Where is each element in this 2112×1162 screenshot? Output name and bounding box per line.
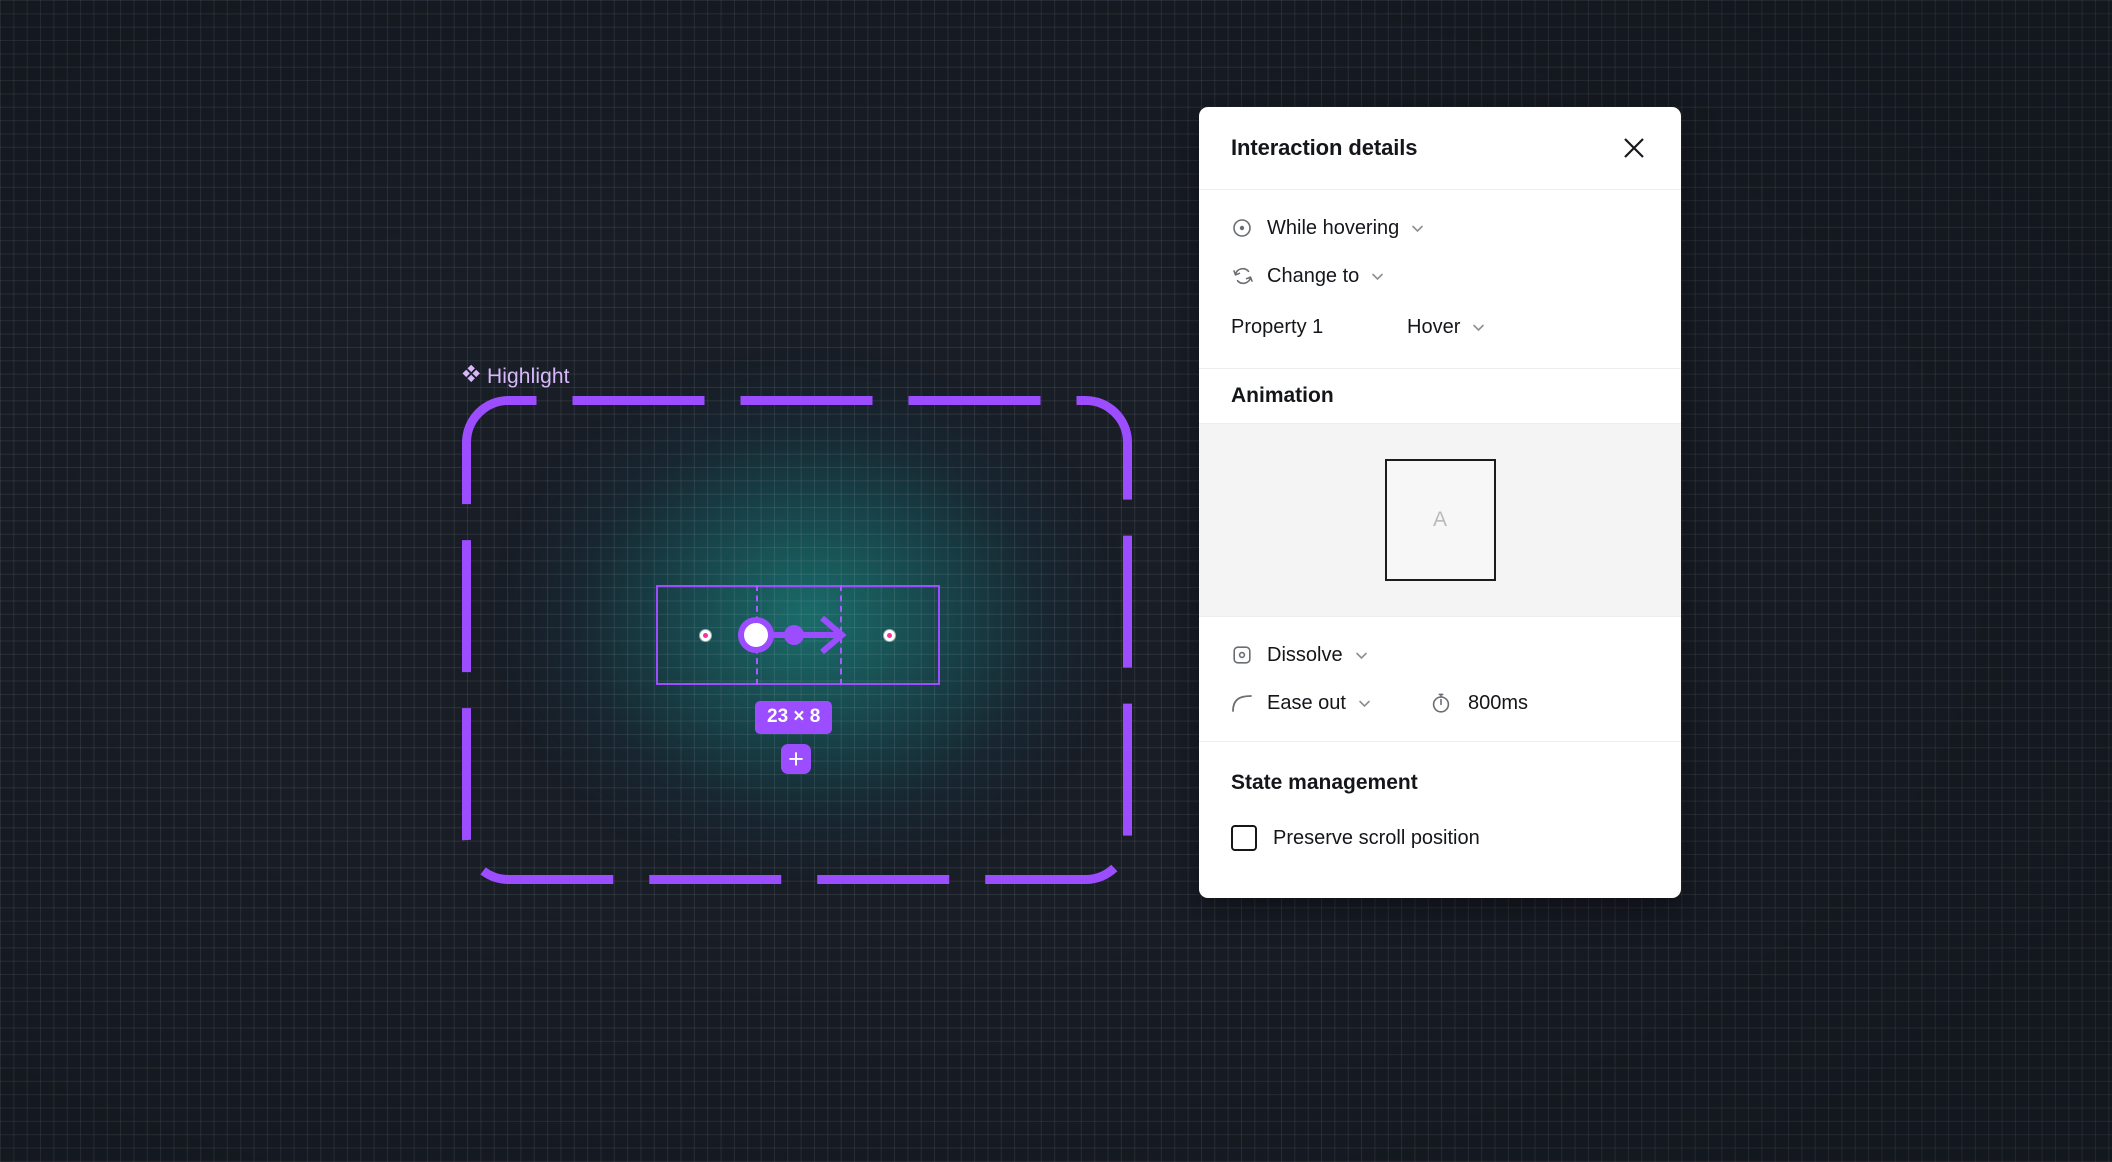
- easing-label: Ease out: [1267, 692, 1346, 715]
- interaction-details-panel: Interaction details While hovering: [1199, 107, 1681, 898]
- state-management-section: State management Preserve scroll positio…: [1199, 742, 1681, 898]
- close-icon[interactable]: [1615, 129, 1653, 167]
- animation-section-title: Animation: [1199, 369, 1681, 423]
- state-management-title: State management: [1199, 756, 1681, 810]
- animation-controls: Dissolve Ease out: [1199, 617, 1681, 742]
- panel-bottom-padding: [1199, 866, 1681, 884]
- app-canvas: Highlight 23 × 8 + Interaction details: [0, 0, 2112, 1162]
- panel-title: Interaction details: [1231, 135, 1417, 161]
- panel-header: Interaction details: [1199, 107, 1681, 190]
- trigger-section: While hovering: [1199, 190, 1681, 369]
- trigger-select[interactable]: While hovering: [1267, 217, 1425, 240]
- add-interaction-button[interactable]: +: [781, 744, 811, 774]
- animation-type-label: Dissolve: [1267, 644, 1343, 667]
- sparkle-icon: [462, 365, 480, 389]
- preview-glyph: A: [1433, 508, 1447, 532]
- stopwatch-icon: [1430, 692, 1456, 714]
- chevron-down-icon: [1370, 269, 1385, 284]
- dissolve-icon: [1231, 644, 1257, 666]
- action-label: Change to: [1267, 265, 1359, 288]
- action-select[interactable]: Change to: [1267, 265, 1385, 288]
- animation-type-row: Dissolve: [1199, 631, 1681, 679]
- action-row: Change to: [1199, 252, 1681, 300]
- animation-preview[interactable]: A: [1199, 423, 1681, 617]
- layer-label-text: Highlight: [487, 365, 570, 389]
- hover-target-icon: [1231, 217, 1257, 239]
- easing-select[interactable]: Ease out: [1267, 692, 1372, 715]
- chevron-down-icon: [1410, 221, 1425, 236]
- trigger-row: While hovering: [1199, 204, 1681, 252]
- easing-duration-row: Ease out: [1199, 679, 1681, 727]
- animation-type-select[interactable]: Dissolve: [1267, 644, 1369, 667]
- anchor-pin-left[interactable]: [700, 630, 711, 641]
- preserve-scroll-label: Preserve scroll position: [1273, 827, 1480, 850]
- layer-label[interactable]: Highlight: [462, 365, 570, 389]
- property-value-select[interactable]: Hover: [1407, 316, 1486, 339]
- preserve-scroll-checkbox[interactable]: [1231, 825, 1257, 851]
- property-row: Property 1 Hover: [1199, 300, 1681, 354]
- change-to-icon: [1231, 264, 1257, 288]
- size-badge: 23 × 8: [755, 701, 832, 734]
- property-value: Hover: [1407, 316, 1460, 339]
- chevron-down-icon: [1471, 320, 1486, 335]
- chevron-down-icon: [1354, 648, 1369, 663]
- duration-field[interactable]: 800ms: [1430, 692, 1528, 715]
- trigger-label: While hovering: [1267, 217, 1399, 240]
- duration-value: 800ms: [1468, 692, 1528, 715]
- preview-frame: A: [1385, 459, 1496, 581]
- ease-out-curve-icon: [1231, 693, 1257, 713]
- chevron-down-icon: [1357, 696, 1372, 711]
- anchor-pin-right[interactable]: [884, 630, 895, 641]
- property-name: Property 1: [1231, 316, 1407, 339]
- preserve-scroll-row[interactable]: Preserve scroll position: [1199, 810, 1681, 866]
